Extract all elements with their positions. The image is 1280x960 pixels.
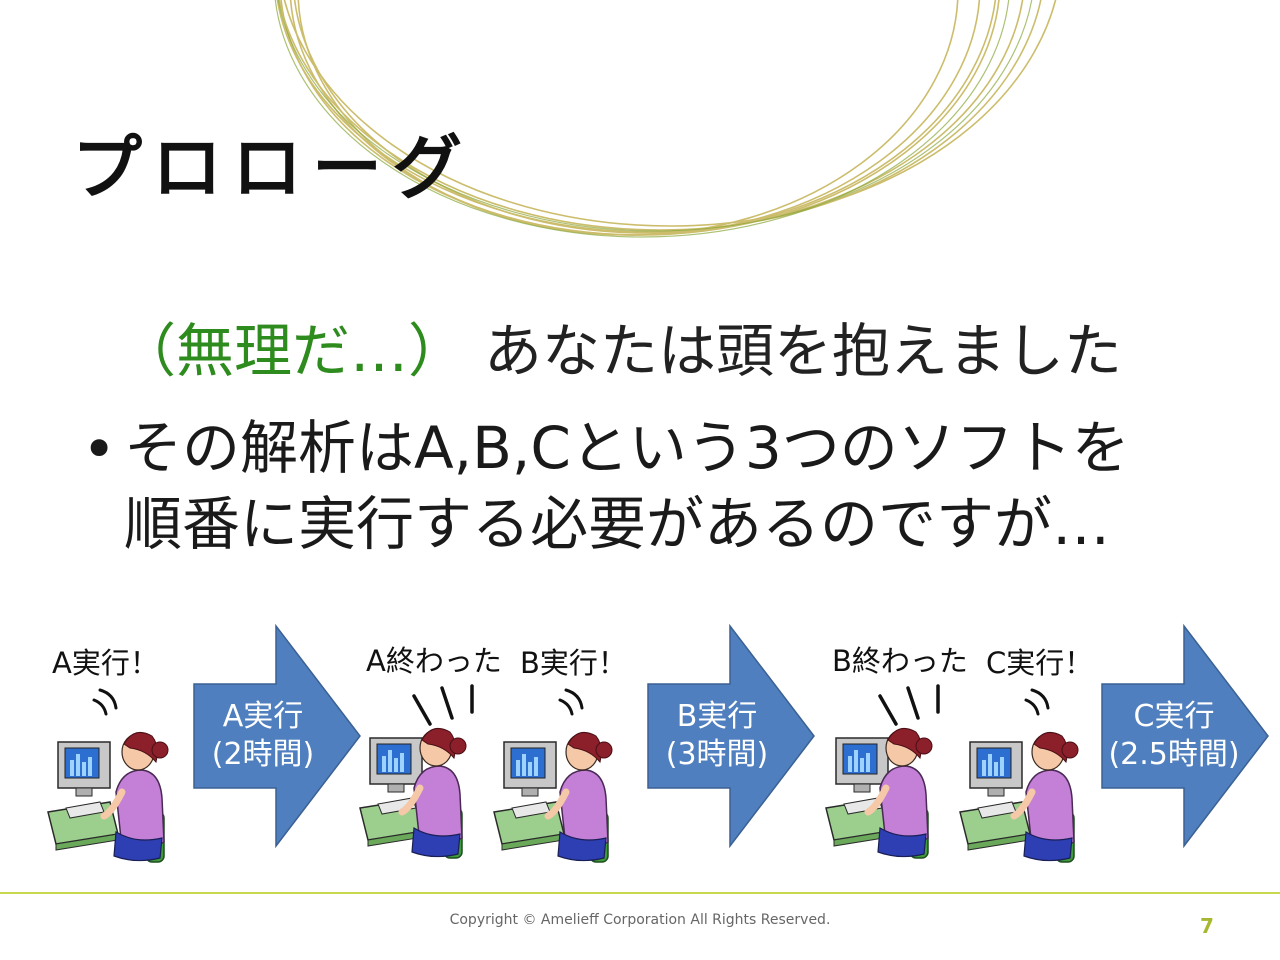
- worker-figure-5: [959, 688, 1078, 862]
- excitement-lines-b: [878, 684, 940, 726]
- arrow-b-line2: (3時間): [665, 737, 769, 772]
- arrow-b-line1: B実行: [676, 699, 758, 734]
- excitement-lines-a: [412, 684, 474, 726]
- arrow-c-line1: C実行: [1133, 699, 1215, 734]
- arrow-a-line2: (2時間): [211, 737, 315, 772]
- arrow-c-line2: (2.5時間): [1108, 737, 1240, 772]
- worker-figure-3: [493, 688, 612, 862]
- worker-figure-1: [47, 688, 168, 862]
- footer-divider: [0, 892, 1280, 894]
- worker-figure-2: [359, 728, 466, 858]
- copyright-text: Copyright © Amelieff Corporation All Rig…: [449, 912, 831, 928]
- page-number: 7: [1200, 914, 1214, 938]
- arrow-b-text: B実行 (3時間): [650, 698, 784, 774]
- process-diagram: [47, 625, 1269, 960]
- arrow-c-text: C実行 (2.5時間): [1100, 698, 1248, 774]
- worker-figure-4: [825, 728, 932, 858]
- arrow-a-line1: A実行: [222, 699, 304, 734]
- arrow-a-text: A実行 (2時間): [196, 698, 330, 774]
